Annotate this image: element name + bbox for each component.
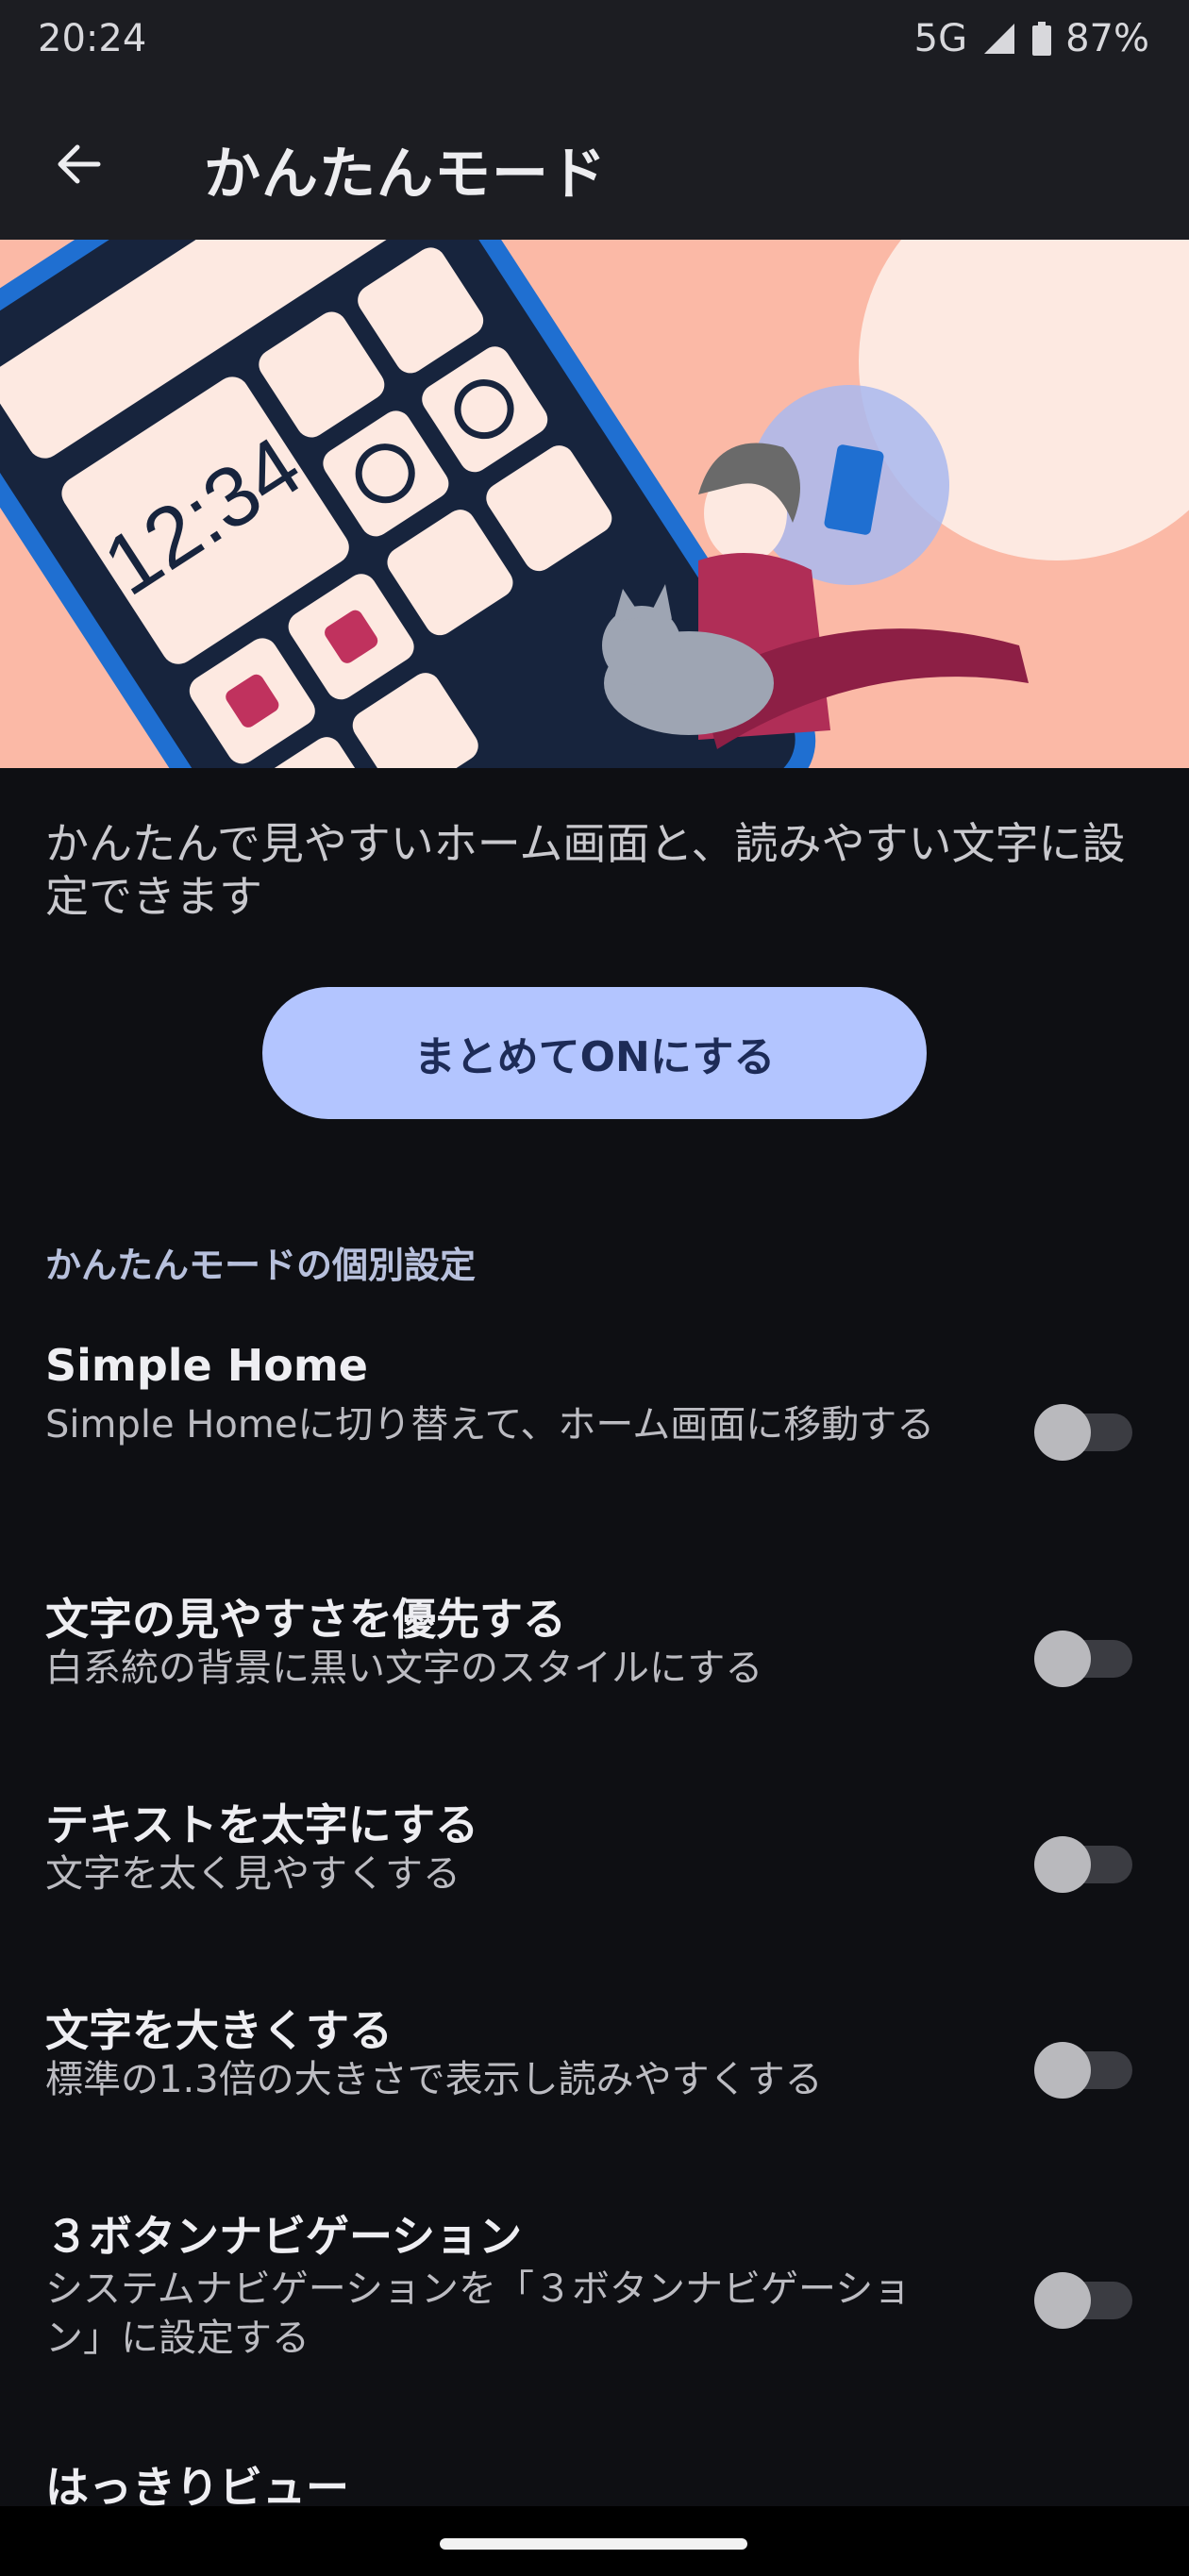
signal-icon (984, 24, 1015, 54)
setting-title: はっきりビュー (45, 2462, 349, 2506)
home-handle[interactable] (440, 2538, 747, 2550)
battery-icon (1031, 20, 1052, 58)
arrow-left-icon (58, 144, 101, 184)
status-time: 20:24 (38, 17, 147, 60)
setting-subtitle: 白系統の背景に黒い文字のスタイルにする (45, 1647, 763, 1690)
readability-toggle[interactable] (1034, 1631, 1132, 1687)
setting-simple-home[interactable]: Simple Home Simple Homeに切り替えて、ホーム画面に移動する (0, 1330, 1189, 1519)
setting-title: 文字の見やすさを優先する (45, 1594, 566, 1645)
setting-subtitle: 文字を太く見やすくする (45, 1852, 461, 1896)
toggle-knob (1034, 2272, 1091, 2329)
setting-large-text[interactable]: 文字を大きくする 標準の1.3倍の大きさで表示し読みやすくする (0, 1997, 1189, 2138)
back-button[interactable] (38, 123, 121, 206)
easy-mode-illustration: 12:34 (0, 240, 1189, 768)
toggle-knob (1034, 2042, 1091, 2099)
simple-home-toggle[interactable] (1034, 1404, 1132, 1461)
status-indicators: 5G 87% (914, 17, 1149, 60)
three-button-nav-toggle[interactable] (1034, 2272, 1132, 2329)
battery-percent: 87% (1065, 17, 1149, 60)
setting-clear-view[interactable]: はっきりビュー (0, 2453, 1189, 2506)
setting-title: Simple Home (45, 1340, 368, 1391)
network-label: 5G (913, 17, 968, 60)
setting-three-button-nav[interactable]: ３ボタンナビゲーション システムナビゲーションを「３ボタンナビゲーション」に設定… (0, 2202, 1189, 2391)
gesture-nav-bar (0, 2506, 1189, 2576)
description-text: かんたんで見やすいホーム画面と、読みやすい文字に設定できます (45, 818, 1126, 922)
large-text-toggle[interactable] (1034, 2042, 1132, 2099)
app-bar: かんたんモード (0, 83, 1189, 240)
status-bar: 20:24 5G 87% (0, 0, 1189, 83)
hero-illustration: 12:34 (0, 240, 1189, 768)
turn-all-on-button[interactable]: まとめてONにする (262, 987, 927, 1119)
section-header: かんたんモードの個別設定 (45, 1245, 477, 1286)
setting-bold-text[interactable]: テキストを太字にする 文字を太く見やすくする (0, 1791, 1189, 1932)
toggle-knob (1034, 1836, 1091, 1893)
page-title: かんたんモード (204, 142, 607, 208)
bold-text-toggle[interactable] (1034, 1836, 1132, 1893)
setting-title: 文字を大きくする (45, 2005, 393, 2056)
setting-subtitle: Simple Homeに切り替えて、ホーム画面に移動する (45, 1403, 935, 1447)
toggle-knob (1034, 1404, 1091, 1461)
toggle-knob (1034, 1631, 1091, 1687)
setting-prioritize-readability[interactable]: 文字の見やすさを優先する 白系統の背景に黒い文字のスタイルにする (0, 1585, 1189, 1727)
setting-title: ３ボタンナビゲーション (45, 2211, 523, 2262)
setting-subtitle: システムナビゲーションを「３ボタンナビゲーション」に設定する (45, 2267, 912, 2360)
setting-subtitle: 標準の1.3倍の大きさで表示し読みやすくする (45, 2058, 823, 2101)
setting-title: テキストを太字にする (45, 1799, 479, 1850)
